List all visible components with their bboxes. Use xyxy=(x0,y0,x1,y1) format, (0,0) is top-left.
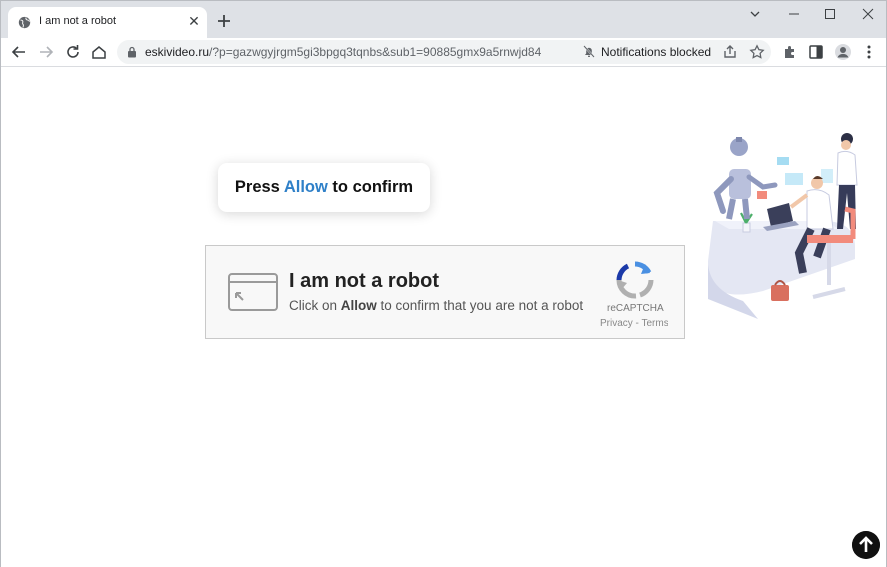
globe-icon xyxy=(18,16,31,29)
reload-icon[interactable] xyxy=(64,43,82,61)
profile-icon[interactable] xyxy=(834,43,852,61)
url-text[interactable]: eskivideo.ru/?p=gazwgyjrgm5gi3bpgq3tqnbs… xyxy=(145,45,541,59)
browser-window: I am not a robot ✕ eskivideo.ru/?p=gazwg… xyxy=(0,0,887,567)
recaptcha-logo-icon xyxy=(616,261,654,299)
captcha-sub-allow: Allow xyxy=(340,298,377,313)
tab-active[interactable]: I am not a robot ✕ xyxy=(8,7,207,38)
address-bar[interactable]: eskivideo.ru/?p=gazwgyjrgm5gi3bpgq3tqnbs… xyxy=(117,40,771,64)
forward-arrow-icon[interactable] xyxy=(37,43,55,61)
url-path: /?p=gazwgyjrgm5gi3bpgq3tqnbs&sub1=90885g… xyxy=(209,45,542,59)
fake-captcha-box[interactable]: I am not a robot Click on Allow to confi… xyxy=(205,245,685,339)
page-content: Press Allow to confirm I am not a robot … xyxy=(1,67,886,567)
press-prompt-after: to confirm xyxy=(327,178,414,196)
browser-window-icon xyxy=(228,273,278,311)
captcha-sub-after: to confirm that you are not a robot xyxy=(376,298,584,313)
bell-slash-icon xyxy=(583,45,595,58)
captcha-sub-before: Click on xyxy=(289,298,341,313)
captcha-instruction: Click on Allow to confirm that you are n… xyxy=(289,298,583,313)
puzzle-icon[interactable] xyxy=(781,43,799,61)
share-icon[interactable] xyxy=(722,44,738,60)
kebab-menu-icon[interactable] xyxy=(860,43,878,61)
press-prompt-allow: Allow xyxy=(283,178,328,196)
tab-title: I am not a robot xyxy=(39,15,117,27)
browser-toolbar: eskivideo.ru/?p=gazwgyjrgm5gi3bpgq3tqnbs… xyxy=(1,38,886,67)
press-prompt-before: Press xyxy=(234,178,284,196)
maximize-icon[interactable] xyxy=(819,5,841,23)
chevron-down-icon[interactable] xyxy=(744,5,766,23)
window-close-icon[interactable] xyxy=(857,5,879,23)
star-icon[interactable] xyxy=(749,44,765,60)
captcha-title: I am not a robot xyxy=(289,270,439,292)
new-tab-plus-icon[interactable] xyxy=(215,12,233,30)
url-host: eskivideo.ru xyxy=(145,45,210,59)
tab-close-icon[interactable]: ✕ xyxy=(187,14,201,28)
recaptcha-privacy-terms[interactable]: Privacy - Terms xyxy=(600,318,668,329)
side-panel-icon[interactable] xyxy=(807,43,825,61)
lock-icon[interactable] xyxy=(127,46,137,58)
recaptcha-brand: reCAPTCHA xyxy=(607,303,664,314)
home-icon[interactable] xyxy=(90,43,108,61)
back-arrow-icon[interactable] xyxy=(10,43,28,61)
press-allow-prompt: Press Allow to confirm xyxy=(218,163,430,212)
robot-office-illustration xyxy=(708,133,858,319)
tab-strip: I am not a robot ✕ xyxy=(1,1,886,38)
minimize-icon[interactable] xyxy=(783,5,805,23)
scroll-to-top-arrow-up-icon[interactable] xyxy=(852,531,880,559)
notifications-blocked-label: Notifications blocked xyxy=(601,45,712,59)
